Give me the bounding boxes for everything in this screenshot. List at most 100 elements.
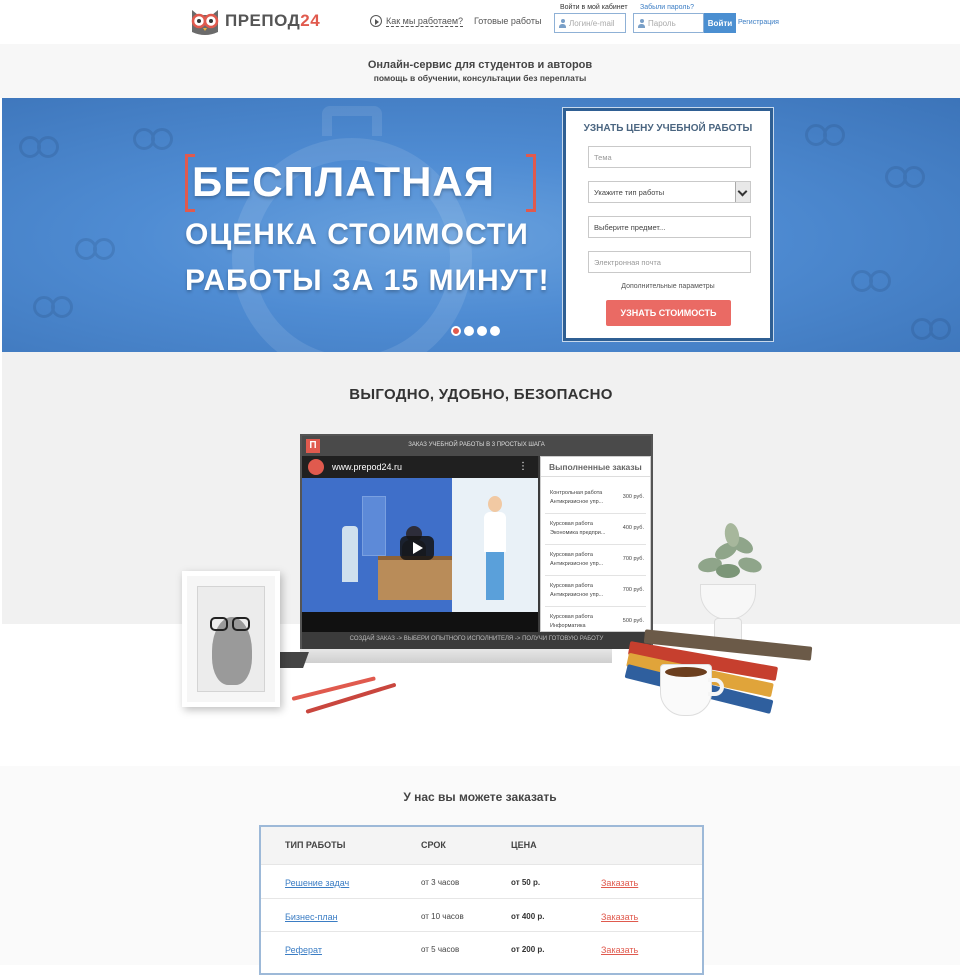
- plant-pot: [700, 584, 756, 620]
- chevron-down-icon[interactable]: [735, 182, 750, 202]
- price-value: от 200 р.: [511, 945, 545, 954]
- owl-pattern-icon: [16, 128, 62, 162]
- glasses-icon: [210, 617, 250, 631]
- order-item[interactable]: Контрольная работа Антикризисное упр... …: [545, 485, 646, 514]
- work-type-link[interactable]: Реферат: [285, 945, 322, 955]
- owl-pattern-icon: [848, 262, 894, 296]
- owl-pattern-icon: [130, 120, 176, 154]
- how-we-work-link[interactable]: Как мы работаем?: [370, 15, 464, 27]
- owl-logo-icon: [191, 10, 219, 35]
- video-thumbnail: [302, 478, 538, 612]
- monitor-title: ЗАКАЗ УЧЕБНОЙ РАБОТЫ В 3 ПРОСТЫХ ШАГА: [408, 442, 545, 448]
- video-bottom-bar: [302, 612, 538, 632]
- order-type: Курсовая работа: [550, 583, 593, 589]
- video-player[interactable]: www.prepod24.ru ⋮: [302, 456, 538, 632]
- extra-params-link[interactable]: Дополнительные параметры: [566, 283, 770, 290]
- order-link[interactable]: Заказать: [601, 912, 638, 922]
- slider-dot-2[interactable]: [464, 326, 474, 336]
- order-item[interactable]: Курсовая работа Антикризисное упр... 700…: [545, 547, 646, 576]
- monitor-stand: [300, 649, 612, 663]
- monitor-mockup: П ЗАКАЗ УЧЕБНОЙ РАБОТЫ В 3 ПРОСТЫХ ШАГА …: [300, 434, 653, 649]
- order-type: Контрольная работа: [550, 490, 603, 496]
- video-title[interactable]: www.prepod24.ru: [332, 462, 402, 472]
- order-section-title: У нас вы можете заказать: [403, 790, 557, 804]
- owl-picture: [197, 586, 265, 692]
- order-item[interactable]: Курсовая работа Экономика предпри... 400…: [545, 516, 646, 545]
- order-subject: Информатика: [550, 623, 586, 629]
- order-subject: Антикризисное упр...: [550, 561, 604, 567]
- owl-pattern-icon: [72, 230, 118, 264]
- price-table: ТИП РАБОТЫ СРОК ЦЕНА Решение задач от 3 …: [259, 825, 704, 975]
- site-logo[interactable]: ПРЕПОД24: [188, 6, 320, 36]
- ready-works-link[interactable]: Готовые работы: [474, 16, 541, 26]
- login-placeholder: Логин/e-mail: [569, 18, 615, 28]
- order-item[interactable]: Курсовая работа Антикризисное упр... 700…: [545, 578, 646, 607]
- owl-pattern-icon: [802, 116, 848, 150]
- slider-dot-3[interactable]: [477, 326, 487, 336]
- register-link[interactable]: Регистрация: [738, 19, 779, 26]
- column-header-term: СРОК: [421, 840, 446, 850]
- tagline-subtitle: помощь в обучении, консультации без пере…: [373, 73, 587, 83]
- price-value: от 50 р.: [511, 878, 541, 887]
- price-form: УЗНАТЬ ЦЕНУ УЧЕБНОЙ РАБОТЫ Тема Укажите …: [563, 108, 773, 341]
- benefits-title: ВЫГОДНО, УДОБНО, БЕЗОПАСНО: [349, 386, 613, 403]
- password-placeholder: Пароль: [648, 18, 676, 28]
- user-icon: [638, 19, 645, 28]
- work-type-select[interactable]: Укажите тип работы: [588, 181, 751, 203]
- login-button[interactable]: Войти: [704, 13, 736, 33]
- order-link[interactable]: Заказать: [601, 878, 638, 888]
- owl-pattern-icon: [908, 310, 954, 344]
- column-header-price: ЦЕНА: [511, 840, 537, 850]
- site-header: ПРЕПОД24 Как мы работаем? Готовые работы…: [0, 0, 960, 44]
- slider-dot-1[interactable]: [451, 326, 461, 336]
- password-input[interactable]: Пароль: [633, 13, 704, 33]
- monitor-topbar: П ЗАКАЗ УЧЕБНОЙ РАБОТЫ В 3 ПРОСТЫХ ШАГА: [302, 436, 651, 456]
- tagline-title: Онлайн-сервис для студентов и авторов: [367, 59, 593, 71]
- email-input[interactable]: Электронная почта: [588, 251, 751, 273]
- scene-man-legs: [486, 552, 504, 600]
- owl-picture-frame: [182, 571, 280, 707]
- login-label: Войти в мой кабинет: [560, 4, 628, 11]
- scene-man-body: [484, 512, 506, 552]
- tagline: Онлайн-сервис для студентов и авторов по…: [0, 44, 960, 98]
- order-steps-text: СОЗДАЙ ЗАКАЗ -> ВЫБЕРИ ОПЫТНОГО ИСПОЛНИТ…: [349, 636, 604, 642]
- scene-desk: [378, 556, 452, 600]
- get-price-button[interactable]: УЗНАТЬ СТОИМОСТЬ: [606, 300, 731, 326]
- order-price: 300 руб.: [622, 494, 644, 500]
- slider-dot-4[interactable]: [490, 326, 500, 336]
- order-subject: Антикризисное упр...: [550, 592, 604, 598]
- scene-window: [362, 496, 386, 556]
- order-link[interactable]: Заказать: [601, 945, 638, 955]
- more-vertical-icon[interactable]: ⋮: [518, 461, 528, 472]
- hero-banner: БЕСПЛАТНАЯ ОЦЕНКА СТОИМОСТИ РАБОТЫ ЗА 15…: [2, 98, 960, 352]
- work-type-link[interactable]: Бизнес-план: [285, 912, 338, 922]
- coffee-cup: [660, 664, 712, 716]
- order-types-section: У нас вы можете заказать ТИП РАБОТЫ СРОК…: [0, 766, 960, 975]
- term-value: от 5 часов: [421, 945, 460, 954]
- completed-orders-title: Выполненные заказы: [541, 457, 650, 477]
- bracket-right-decoration: [526, 154, 536, 212]
- order-price: 700 руб.: [622, 587, 644, 593]
- login-input[interactable]: Логин/e-mail: [554, 13, 626, 33]
- column-header-type: ТИП РАБОТЫ: [285, 840, 346, 850]
- topic-input[interactable]: Тема: [588, 146, 751, 168]
- scene-water-cooler: [342, 526, 358, 582]
- play-circle-icon: [370, 15, 382, 27]
- term-value: от 10 часов: [421, 912, 464, 921]
- play-icon[interactable]: [400, 536, 434, 560]
- user-icon: [559, 19, 566, 28]
- subject-select[interactable]: Выберите предмет...: [588, 216, 751, 238]
- order-subject: Экономика предпри...: [550, 530, 606, 536]
- order-price: 500 руб.: [622, 618, 644, 624]
- work-type-link[interactable]: Решение задач: [285, 878, 349, 888]
- owl-pattern-icon: [882, 158, 928, 192]
- benefits-section: ВЫГОДНО, УДОБНО, БЕЗОПАСНО П ЗАКАЗ УЧЕБН…: [2, 352, 960, 766]
- completed-orders-panel: Выполненные заказы Контрольная работа Ан…: [540, 456, 651, 632]
- forgot-password-link[interactable]: Забыли пароль?: [640, 4, 694, 11]
- book-stack: [624, 628, 813, 714]
- hero-headline-2: ОЦЕНКА СТОИМОСТИ: [185, 218, 529, 251]
- slider-dots: [451, 326, 500, 336]
- email-placeholder: Электронная почта: [594, 257, 661, 267]
- stopwatch-top-decoration: [322, 106, 382, 136]
- subject-value: Выберите предмет...: [594, 222, 666, 232]
